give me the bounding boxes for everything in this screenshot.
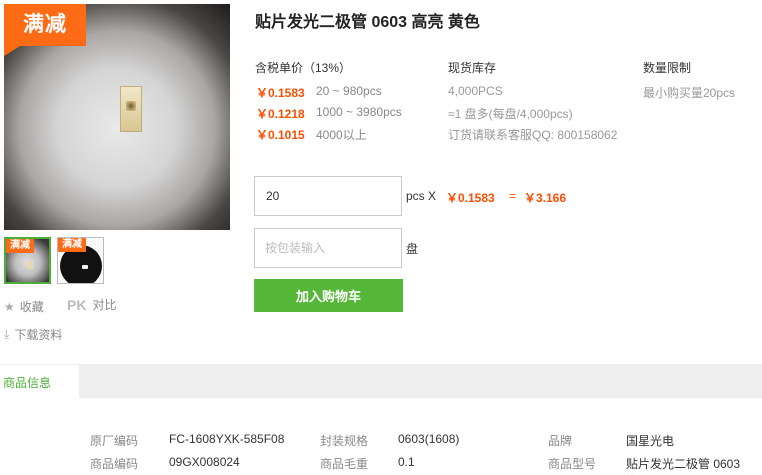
price-tier-row: ￥0.1218 1000 ~ 3980pcs (256, 105, 402, 122)
product-title: 贴片发光二极管 0603 高亮 黄色 (255, 14, 480, 31)
stock-quantity: 4,000PCS (448, 84, 503, 98)
spec-label: 商品毛重 (320, 457, 369, 471)
detail-tab-bar (0, 364, 762, 398)
product-thumbnail-2[interactable]: 满减 (57, 237, 104, 284)
package-unit: 盘 (406, 242, 419, 256)
min-order-limit: 最小购买量20pcs (643, 86, 736, 100)
product-main-image: 满减 (4, 4, 230, 230)
tier-qty: 20 ~ 980pcs (316, 84, 382, 98)
thumb-promo-badge: 满减 (6, 239, 34, 253)
price-header: 含税单价（13%） (255, 61, 352, 75)
spec-value: 贴片发光二极管 0603 高... (626, 457, 741, 475)
spec-value: 0.1 (398, 455, 415, 469)
tab-product-info[interactable]: 商品信息 (0, 364, 79, 398)
thumbnail-led (27, 261, 33, 269)
qty-unit: pcs X (406, 189, 437, 203)
calc-unit-price: ￥0.1583 (446, 191, 495, 205)
tier-price: ￥0.1583 (256, 86, 305, 100)
spec-label: 原厂编码 (90, 434, 139, 448)
stock-contact: 订货请联系客服QQ: 800158062 (448, 128, 618, 142)
compare-button[interactable]: PK 对比 (67, 296, 116, 313)
favorite-button[interactable]: ★ 收藏 (4, 298, 44, 315)
package-quantity-input[interactable] (254, 228, 402, 268)
spec-value: FC-1608YXK-585F08 (169, 432, 285, 446)
spec-label: 品牌 (548, 434, 573, 448)
product-thumbnail-1[interactable]: 满减 (4, 237, 51, 284)
quantity-input[interactable] (254, 176, 402, 216)
limit-header: 数量限制 (643, 61, 692, 75)
star-icon: ★ (4, 299, 15, 314)
thumb-promo-badge: 满减 (58, 238, 86, 252)
calc-total-price: ￥3.166 (524, 191, 567, 205)
stock-reels: ≈1 盘多(每盘/4,000pcs) (448, 107, 573, 121)
spec-label: 商品编码 (90, 457, 139, 471)
tier-price: ￥0.1015 (256, 128, 305, 142)
spec-label: 商品型号 (548, 457, 597, 471)
tier-qty: 4000以上 (316, 128, 367, 142)
favorite-label: 收藏 (19, 300, 44, 314)
spec-value: 09GX008024 (169, 455, 240, 469)
spec-value: 0603(1608) (398, 432, 460, 446)
price-tier-row: ￥0.1015 4000以上 (256, 126, 367, 143)
calc-equals: = (509, 189, 517, 203)
compare-label: 对比 (92, 298, 117, 312)
stock-header: 现货库存 (448, 61, 497, 75)
pk-icon: PK (67, 296, 87, 313)
download-button[interactable]: ⤓ 下载资料 (4, 326, 62, 343)
price-tier-row: ￥0.1583 20 ~ 980pcs (256, 84, 382, 101)
tier-qty: 1000 ~ 3980pcs (316, 105, 402, 119)
spec-label: 封装规格 (320, 434, 369, 448)
download-icon: ⤓ (4, 327, 10, 341)
promo-badge: 满减 (4, 4, 86, 56)
led-chip (120, 86, 142, 132)
download-label: 下载资料 (14, 328, 63, 342)
spec-value: 国星光电 (626, 434, 675, 448)
tier-price: ￥0.1218 (256, 107, 305, 121)
add-to-cart-button[interactable]: 加入购物车 (254, 279, 403, 312)
